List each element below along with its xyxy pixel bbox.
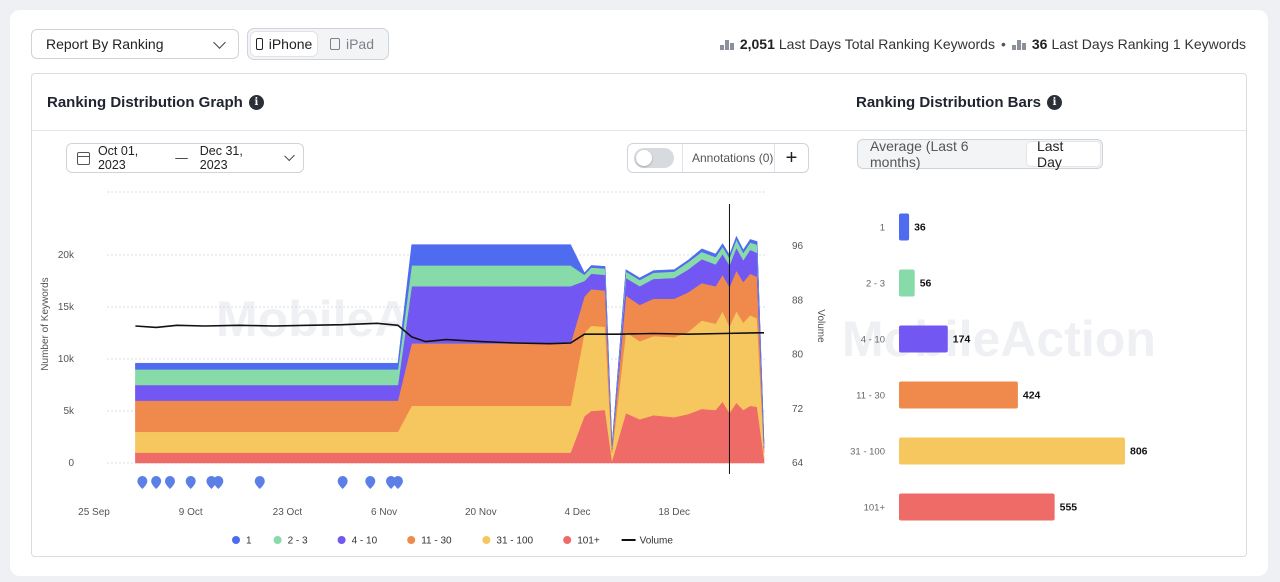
ranking-icon <box>1011 39 1026 50</box>
bar-category-label: 4 - 10 <box>861 335 885 346</box>
y2-axis-title: Volume <box>815 309 826 343</box>
area-chart: 0 5k 10k 15k 20k 64 72 80 88 96 Number of Keywords… <box>40 191 826 547</box>
annotation-pin[interactable] <box>164 476 175 489</box>
annotation-pin[interactable] <box>185 476 196 489</box>
watermark: MobileAction <box>842 311 1156 367</box>
annotation-pin[interactable] <box>365 476 376 489</box>
rank1-keywords-label: Last Days Ranking 1 Keywords <box>1051 36 1246 52</box>
bar-value-label: 806 <box>1130 446 1148 458</box>
y-tick-label: 10k <box>58 354 75 365</box>
bar-value-label: 56 <box>920 278 932 290</box>
bar-category-label: 31 - 100 <box>850 447 885 458</box>
bar-category-label: 11 - 30 <box>856 391 885 402</box>
bar-31100[interactable] <box>899 437 1125 465</box>
legend-label: 101+ <box>577 536 600 547</box>
y2-tick-label: 80 <box>792 350 804 361</box>
y-tick-label: 20k <box>58 250 75 261</box>
legend-label: 31 - 100 <box>496 536 533 547</box>
legend-label: 4 - 10 <box>352 536 378 547</box>
annotation-pin[interactable] <box>213 476 224 489</box>
x-tick-label: 20 Nov <box>465 507 497 518</box>
x-tick-label: 4 Dec <box>564 507 590 518</box>
y2-tick-label: 64 <box>792 458 804 469</box>
bar-1[interactable] <box>899 213 910 241</box>
bar-value-label: 174 <box>953 334 971 346</box>
x-tick-label: 6 Nov <box>371 507 397 518</box>
ranking-card: Ranking Distribution Graph i Ranking Dis… <box>31 73 1247 557</box>
keyword-summary: 2,051 Last Days Total Ranking Keywords •… <box>719 36 1246 52</box>
x-tick-label: 18 Dec <box>658 507 690 518</box>
legend-swatch <box>482 536 491 544</box>
y2-tick-label: 88 <box>792 295 804 306</box>
annotation-pin[interactable] <box>337 476 348 489</box>
rank1-keywords-value: 36 <box>1031 36 1048 52</box>
x-tick-label: 23 Oct <box>273 507 303 518</box>
legend-label: 1 <box>246 536 252 547</box>
annotation-pin[interactable] <box>254 476 265 489</box>
ranking-icon <box>719 39 734 50</box>
tablet-icon <box>329 38 340 50</box>
device-iphone-button[interactable]: iPhone <box>251 32 317 56</box>
device-ipad-button[interactable]: iPad <box>319 32 385 56</box>
annotation-pin[interactable] <box>392 476 403 489</box>
bar-category-label: 2 - 3 <box>866 279 885 290</box>
legend-swatch <box>232 536 240 544</box>
bar-chart: 1 36 2 - 3 56 4 - 10 174 11 - 30 424 31 - 100 806… <box>850 213 1148 521</box>
annotation-pin[interactable] <box>151 476 162 489</box>
annotation-pin[interactable] <box>137 476 148 489</box>
legend-swatch <box>273 536 282 544</box>
report-type-label: Report By Ranking <box>46 36 164 52</box>
device-iphone-label: iPhone <box>268 36 313 52</box>
total-keywords-label: Last Days Total Ranking Keywords <box>778 36 995 52</box>
legend-label: 2 - 3 <box>288 536 308 547</box>
chevron-down-icon <box>213 35 226 49</box>
bar-category-label: 101+ <box>864 503 886 514</box>
bar-value-label: 555 <box>1060 502 1078 514</box>
x-tick-label: 9 Oct <box>179 507 203 518</box>
summary-separator: • <box>1000 36 1006 52</box>
ranking-charts-svg: MobileAction MobileAction 05k10k15k20k64… <box>40 191 1156 547</box>
legend-swatch <box>563 536 572 544</box>
device-toggle: iPhone iPad <box>247 28 389 60</box>
y-tick-label: 5k <box>63 406 75 417</box>
total-keywords-value: 2,051 <box>739 36 775 52</box>
bar-410[interactable] <box>899 325 948 353</box>
y-tick-label: 15k <box>58 302 75 313</box>
bar-value-label: 424 <box>1023 390 1041 402</box>
bar-category-label: 1 <box>880 223 885 234</box>
bar-value-label: 36 <box>914 222 926 234</box>
phone-icon <box>255 38 263 50</box>
report-type-select[interactable]: Report By Ranking <box>31 29 239 59</box>
device-ipad-label: iPad <box>345 36 375 52</box>
legend-label: Volume <box>640 536 674 547</box>
legend-label: 11 - 30 <box>421 536 452 547</box>
bar-1130[interactable] <box>899 381 1018 409</box>
legend-swatch <box>407 536 416 544</box>
x-tick-label: 25 Sep <box>78 507 110 518</box>
bar-101+[interactable] <box>899 493 1055 521</box>
legend-swatch <box>337 536 346 544</box>
y-axis-title: Number of Keywords <box>40 277 51 370</box>
y2-tick-label: 72 <box>792 404 804 415</box>
y-tick-label: 0 <box>68 458 74 469</box>
y2-tick-label: 96 <box>792 241 804 252</box>
page: Report By Ranking iPhone iPad 2,051 Last… <box>10 10 1268 576</box>
bar-23[interactable] <box>899 269 915 297</box>
